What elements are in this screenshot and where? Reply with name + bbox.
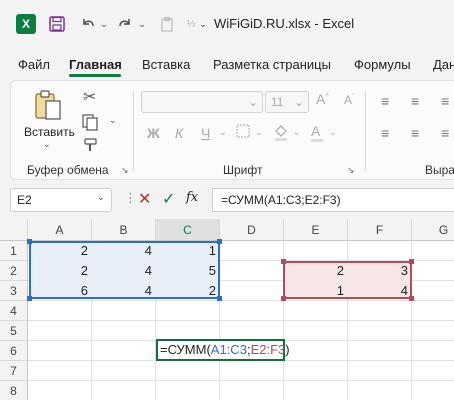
fill-color-icon[interactable]	[273, 123, 289, 145]
align-center-icon[interactable]: ≡	[411, 125, 419, 141]
row-header-3[interactable]: 3	[0, 281, 28, 301]
separator	[365, 91, 366, 171]
cell-c2[interactable]: 5	[156, 261, 220, 281]
cell-e2[interactable]: 2	[284, 261, 348, 281]
gridline	[28, 380, 454, 381]
formula-bar: E2 ⌄ ⋮ ✕ ✓ fx =СУММ(A1:C3;E2:F3)	[0, 184, 454, 216]
cell-a2[interactable]: 2	[28, 261, 92, 281]
excel-logo-icon: X	[14, 0, 38, 48]
increase-font-icon[interactable]: A^	[316, 91, 329, 107]
borders-dropdown-icon[interactable]: ⌄	[255, 127, 263, 138]
paste-icon[interactable]	[33, 89, 63, 125]
copy-icon[interactable]	[81, 113, 99, 135]
group-clipboard-label: Буфер обмена	[27, 163, 109, 177]
font-name-combo[interactable]: ⌄	[141, 91, 263, 113]
cell-f2[interactable]: 3	[348, 261, 412, 281]
cell-a1[interactable]: 2	[28, 241, 92, 261]
row-header-1[interactable]: 1	[0, 241, 28, 261]
cell-b3[interactable]: 4	[92, 281, 156, 301]
select-all-corner[interactable]	[0, 219, 28, 241]
separator	[133, 91, 134, 171]
gridline	[28, 320, 454, 321]
font-size-value: 11	[271, 95, 284, 109]
align-right-icon[interactable]: ≡	[441, 125, 449, 141]
formula-input[interactable]: =СУММ(A1:C3;E2:F3)	[212, 188, 454, 212]
formula-suffix: )	[285, 342, 290, 357]
insert-function-icon[interactable]: fx	[186, 190, 198, 205]
undo-dropdown-icon[interactable]: ⌄	[98, 0, 110, 48]
formula-prefix: =СУММ(	[160, 342, 211, 357]
font-size-combo[interactable]: 11 ⌄	[265, 91, 309, 113]
clipboard-launcher-icon[interactable]: ↘	[121, 165, 129, 176]
column-header-b[interactable]: B	[92, 219, 156, 241]
cell-e3[interactable]: 1	[284, 281, 348, 301]
font-launcher-icon[interactable]: ↘	[347, 165, 355, 176]
save-icon[interactable]	[46, 0, 68, 48]
font-color-dropdown-icon[interactable]: ⌄	[329, 127, 337, 138]
tab-page-layout[interactable]: Разметка страницы	[213, 57, 331, 72]
formula-ref-2: E2:F3	[250, 342, 286, 357]
ribbon: Вставить ⌄ ✂ ⌄ Буфер обмена ↘ ⌄ 11 ⌄ A^ A…	[10, 80, 454, 180]
more-options-icon: ⋮	[124, 190, 137, 205]
row-header-8[interactable]: 8	[0, 381, 28, 400]
group-alignment-label: Выра	[425, 163, 454, 177]
row-header-2[interactable]: 2	[0, 261, 28, 281]
format-painter-icon[interactable]	[83, 137, 99, 157]
redo-icon[interactable]	[114, 0, 136, 48]
redo-dropdown-icon[interactable]: ⌄	[136, 0, 148, 48]
tab-insert[interactable]: Вставка	[142, 57, 190, 72]
cut-icon[interactable]: ✂	[83, 87, 96, 107]
align-left-icon[interactable]: ≡	[381, 125, 389, 141]
decrease-font-icon[interactable]: Aˇ	[344, 93, 354, 107]
cell-c1[interactable]: 1	[156, 241, 220, 261]
underline-dropdown-icon[interactable]: ⌄	[219, 127, 227, 138]
align-middle-icon[interactable]: ≡	[411, 93, 419, 109]
column-header-f[interactable]: F	[348, 219, 412, 241]
column-header-g[interactable]: G	[412, 219, 454, 241]
fill-color-dropdown-icon[interactable]: ⌄	[293, 127, 301, 138]
tab-file[interactable]: Файл	[18, 57, 50, 72]
quick-access-customize-icon[interactable]: ⌄	[198, 0, 208, 48]
column-header-e[interactable]: E	[284, 219, 348, 241]
underline-button[interactable]: Ч	[201, 125, 210, 141]
tab-data[interactable]: Дан	[433, 57, 454, 72]
paste-label[interactable]: Вставить	[24, 125, 75, 139]
title-bar: X ⌄ ⌄ ⅓ ⌄ WiFiGiD.RU.xlsx - Excel	[0, 0, 454, 48]
undo-icon[interactable]	[78, 0, 98, 48]
row-header-5[interactable]: 5	[0, 321, 28, 341]
align-top-icon[interactable]: ≡	[381, 93, 389, 109]
cell-f3[interactable]: 4	[348, 281, 412, 301]
column-header-c[interactable]: C	[156, 219, 220, 241]
borders-icon[interactable]	[235, 123, 251, 143]
copy-dropdown-icon[interactable]: ⌄	[109, 115, 117, 126]
tab-formulas[interactable]: Формулы	[354, 57, 411, 72]
cell-c3[interactable]: 2	[156, 281, 220, 301]
cell-b1[interactable]: 4	[92, 241, 156, 261]
name-box[interactable]: E2 ⌄	[10, 188, 112, 212]
name-box-dropdown-icon[interactable]: ⌄	[97, 192, 105, 203]
row-header-7[interactable]: 7	[0, 361, 28, 381]
align-bottom-icon[interactable]: ≡	[441, 93, 449, 109]
formula-ref-1: A1:C3	[210, 342, 247, 357]
name-box-value: E2	[17, 193, 32, 207]
cell-editor[interactable]: =СУММ(A1:C3;E2:F3)	[156, 339, 290, 361]
cell-b2[interactable]: 4	[92, 261, 156, 281]
active-tab-indicator	[69, 74, 121, 77]
column-header-a[interactable]: A	[28, 219, 92, 241]
enter-icon[interactable]: ✓	[162, 189, 175, 209]
window-title: WiFiGiD.RU.xlsx - Excel	[214, 16, 355, 31]
column-header-d[interactable]: D	[220, 219, 284, 241]
group-font-label: Шрифт	[223, 163, 263, 177]
tab-home[interactable]: Главная	[69, 57, 122, 72]
row-header-6[interactable]: 6	[0, 341, 28, 361]
cell-a3[interactable]: 6	[28, 281, 92, 301]
font-color-icon[interactable]: A	[311, 123, 323, 142]
row-header-4[interactable]: 4	[0, 301, 28, 321]
paste-dropdown-icon[interactable]: ⌄	[43, 139, 51, 150]
cancel-icon[interactable]: ✕	[138, 189, 151, 209]
clipboard-disabled-icon	[156, 0, 178, 48]
italic-button[interactable]: К	[175, 125, 183, 141]
bold-button[interactable]: Ж	[147, 125, 160, 141]
